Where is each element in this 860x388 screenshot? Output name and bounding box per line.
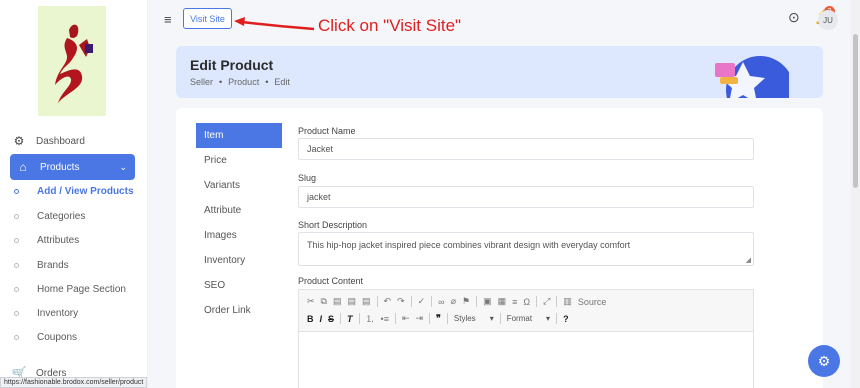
bullet-icon xyxy=(14,214,19,219)
styles-dropdown[interactable]: Styles ▾ xyxy=(454,314,494,323)
bullet-icon xyxy=(14,263,19,268)
sidebar-subitem-coupons[interactable]: Coupons xyxy=(14,332,77,343)
help-icon[interactable]: ? xyxy=(563,314,569,324)
undo-icon[interactable]: ↶ xyxy=(384,296,392,307)
scrollbar-thumb[interactable] xyxy=(853,34,858,188)
tab-images[interactable]: Images xyxy=(196,223,282,248)
breadcrumb-product[interactable]: Product xyxy=(228,77,259,87)
sidebar-item-dashboard[interactable]: ⚙ Dashboard xyxy=(10,130,135,152)
dropdown-arrow-icon: ▾ xyxy=(489,314,494,323)
slug-label: Slug xyxy=(298,173,317,183)
product-name-label: Product Name xyxy=(298,126,356,136)
spellcheck-icon[interactable]: ✓ xyxy=(418,296,426,307)
sidebar-subitem-add-view-products[interactable]: Add / View Products xyxy=(14,186,134,197)
tab-attribute[interactable]: Attribute xyxy=(196,198,282,223)
page-title: Edit Product xyxy=(190,57,274,73)
blockquote-icon[interactable]: ❞ xyxy=(436,313,441,324)
special-char-icon[interactable]: Ω xyxy=(523,297,530,307)
sidebar-subitem-categories[interactable]: Categories xyxy=(14,211,85,222)
star-illustration-icon xyxy=(715,56,789,98)
product-name-input[interactable]: Jacket xyxy=(298,138,754,160)
tab-order-link[interactable]: Order Link xyxy=(196,298,282,323)
bullet-icon xyxy=(14,335,19,340)
sidebar-subitem-home-page-section[interactable]: Home Page Section xyxy=(14,284,126,295)
anchor-icon[interactable]: ⚑ xyxy=(462,296,470,307)
dashboard-icon: ⚙ xyxy=(13,134,25,148)
tab-variants[interactable]: Variants xyxy=(196,173,282,198)
rich-text-editor[interactable]: ✂ ⧉ ▤ ▤ ▤ ↶ ↷ ✓ ∞ ⌀ ⚑ ▣ ▦ ≡ Ω ⤢ ▥ Source xyxy=(298,289,754,388)
menu-toggle-icon[interactable]: ≡ xyxy=(164,12,172,27)
paste-text-icon[interactable]: ▤ xyxy=(348,296,357,307)
chevron-down-icon: ⌄ xyxy=(119,161,127,172)
breadcrumb-edit: Edit xyxy=(274,77,290,87)
store-icon: ⌂ xyxy=(19,160,27,174)
short-description-label: Short Description xyxy=(298,220,368,230)
breadcrumb-seller[interactable]: Seller xyxy=(190,77,213,87)
sidebar-item-products[interactable]: ⌂ Products ⌄ xyxy=(10,154,135,180)
visit-site-button[interactable]: Visit Site xyxy=(183,8,232,29)
dropdown-arrow-icon: ▾ xyxy=(546,314,551,323)
fashion-logo-icon xyxy=(55,24,93,103)
copy-icon[interactable]: ⧉ xyxy=(321,296,327,307)
sidebar: ⚙ Dashboard ⌂ Products ⌄ Add / View Prod… xyxy=(0,0,148,388)
source-button[interactable]: Source xyxy=(578,297,607,307)
bullet-icon xyxy=(14,238,19,243)
tab-price[interactable]: Price xyxy=(196,148,282,173)
bullet-icon xyxy=(14,189,19,194)
bold-icon[interactable]: B xyxy=(307,314,314,324)
source-icon[interactable]: ▥ xyxy=(563,296,572,307)
outdent-icon[interactable]: ⇤ xyxy=(402,313,410,324)
user-avatar[interactable]: JU xyxy=(818,10,838,30)
cut-icon[interactable]: ✂ xyxy=(307,296,315,307)
paste-icon[interactable]: ▤ xyxy=(333,296,342,307)
annotation-label: Click on "Visit Site" xyxy=(318,16,462,35)
bullet-icon xyxy=(14,287,19,292)
resize-handle-icon[interactable]: ◢ xyxy=(746,256,751,264)
table-icon[interactable]: ▦ xyxy=(498,296,507,307)
unlink-icon[interactable]: ⌀ xyxy=(451,296,456,307)
maximize-icon[interactable]: ⤢ xyxy=(543,296,550,307)
tab-item[interactable]: Item xyxy=(196,123,282,148)
page-header: Edit Product Seller • Product • Edit xyxy=(176,46,823,98)
slug-input[interactable]: jacket xyxy=(298,186,754,208)
editor-toolbar: ✂ ⧉ ▤ ▤ ▤ ↶ ↷ ✓ ∞ ⌀ ⚑ ▣ ▦ ≡ Ω ⤢ ▥ Source xyxy=(299,290,753,332)
short-description-textarea[interactable]: This hip-hop jacket inspired piece combi… xyxy=(298,232,754,266)
format-dropdown[interactable]: Format ▾ xyxy=(507,314,550,323)
settings-icon[interactable]: ⊙ xyxy=(788,9,800,26)
strikethrough-icon[interactable]: S xyxy=(328,314,334,324)
image-icon[interactable]: ▣ xyxy=(483,296,492,307)
horizontal-line-icon[interactable]: ≡ xyxy=(512,297,517,307)
paste-word-icon[interactable]: ▤ xyxy=(362,296,371,307)
numbered-list-icon[interactable]: ⒈ xyxy=(366,312,375,325)
tab-inventory[interactable]: Inventory xyxy=(196,248,282,273)
annotation-arrow-icon xyxy=(234,17,314,31)
remove-format-icon[interactable]: T xyxy=(347,314,353,324)
sidebar-subitem-brands[interactable]: Brands xyxy=(14,260,69,271)
breadcrumb: Seller • Product • Edit xyxy=(190,77,290,87)
status-bar-url: https://fashionable.brodox.com/seller/pr… xyxy=(0,377,148,388)
bulleted-list-icon[interactable]: •≡ xyxy=(381,314,389,324)
product-content-label: Product Content xyxy=(298,276,364,286)
store-logo[interactable] xyxy=(38,6,106,116)
redo-icon[interactable]: ↷ xyxy=(397,296,405,307)
sidebar-subitem-inventory[interactable]: Inventory xyxy=(14,308,78,319)
indent-icon[interactable]: ⇥ xyxy=(416,313,424,324)
link-icon[interactable]: ∞ xyxy=(438,297,444,307)
bullet-icon xyxy=(14,311,19,316)
theme-settings-button[interactable]: ⚙ xyxy=(808,345,840,377)
tab-seo[interactable]: SEO xyxy=(196,273,282,298)
sidebar-subitem-attributes[interactable]: Attributes xyxy=(14,235,79,246)
product-tabs: Item Price Variants Attribute Images Inv… xyxy=(196,123,282,323)
italic-icon[interactable]: I xyxy=(320,314,323,324)
